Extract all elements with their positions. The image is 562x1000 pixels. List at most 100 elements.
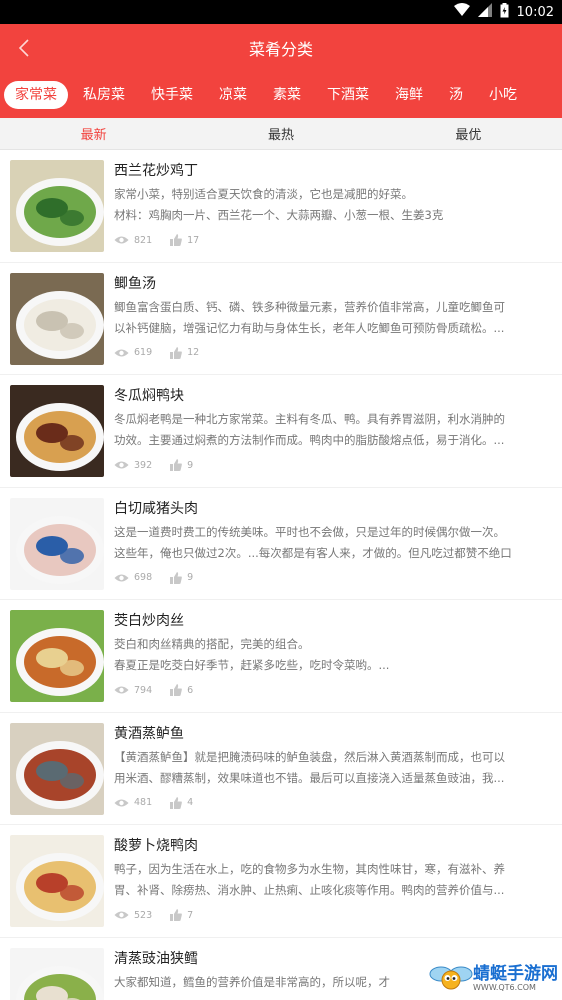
view-count: 392 <box>134 459 153 471</box>
sort-tab[interactable]: 最新 <box>0 124 187 143</box>
category-tab[interactable]: 私房菜 <box>72 81 136 109</box>
recipe-item[interactable]: 西兰花炒鸡丁家常小菜，特别适合夏天饮食的清淡，它也是减肥的好菜。材料：鸡胸肉一片… <box>0 150 562 263</box>
wifi-icon <box>453 3 470 21</box>
dragonfly-logo-icon <box>429 966 473 990</box>
view-count: 523 <box>134 909 153 921</box>
recipe-thumbnail <box>10 272 104 365</box>
view-count: 698 <box>134 572 153 583</box>
recipe-stats: 619 12 <box>114 343 552 363</box>
category-tab[interactable]: 家常菜 <box>4 81 68 109</box>
like-count: 6 <box>187 684 194 696</box>
eye-icon <box>114 911 129 919</box>
recipe-title: 黄酒蒸鲈鱼 <box>114 725 184 742</box>
view-count: 619 <box>134 347 153 358</box>
like-count: 17 <box>187 234 200 246</box>
recipe-thumbnail <box>10 385 104 477</box>
back-button[interactable] <box>12 34 36 62</box>
recipe-description: 鲫鱼富含蛋白质、钙、磷、铁多种微量元素，营养价值非常高，儿童吃鲫鱼可 以补钙健脑，… <box>114 297 552 339</box>
like-count: 4 <box>187 797 194 808</box>
recipe-title: 冬瓜焖鸭块 <box>114 388 184 404</box>
recipe-stats: 481 4 <box>114 793 552 813</box>
chevron-left-icon <box>18 39 29 57</box>
recipe-description-line: 家常小菜，特别适合夏天饮食的清淡，它也是减肥的好菜。 <box>114 187 413 201</box>
recipe-stats: 698 9 <box>114 568 552 588</box>
recipe-title: 鲫鱼汤 <box>114 275 156 292</box>
recipe-stats: 523 7 <box>114 905 552 925</box>
recipe-title: 西兰花炒鸡丁 <box>114 163 198 179</box>
category-tab[interactable]: 素菜 <box>262 81 312 109</box>
recipe-description: 鸭子，因为生活在水上，吃的食物多为水生物，其肉性味甘，寒，有滋补、养 胃、补肾、除… <box>114 859 552 901</box>
view-count: 821 <box>134 234 153 246</box>
thumb-up-icon <box>170 909 182 921</box>
status-bar: 10:02 <box>0 0 562 24</box>
eye-icon <box>114 349 129 356</box>
sort-tabs: 最新 最热 最优 <box>0 118 562 150</box>
recipe-item[interactable]: 鲫鱼汤鲫鱼富含蛋白质、钙、磷、铁多种微量元素，营养价值非常高，儿童吃鲫鱼可 以补钙… <box>0 263 562 375</box>
like-count: 12 <box>187 347 200 358</box>
like-count: 9 <box>187 572 194 583</box>
watermark-name: 蜻蜓手游网 <box>473 963 558 984</box>
recipe-item[interactable]: 冬瓜焖鸭块冬瓜焖老鸭是一种北方家常菜。主料有冬瓜、鸭。具有养胃滋阴，利水消肿的功… <box>0 375 562 488</box>
recipe-title: 白切咸猪头肉 <box>114 500 198 517</box>
recipe-title: 酸萝卜烧鸭肉 <box>114 838 198 854</box>
recipe-description: 茭白和肉丝精典的搭配，完美的组合。春夏正是吃茭白好季节，赶紧多吃些，吃时令菜哟。… <box>114 634 552 676</box>
thumb-up-icon <box>170 459 182 471</box>
recipe-thumbnail <box>10 835 104 927</box>
sort-tab[interactable]: 最优 <box>375 124 562 143</box>
eye-icon <box>114 461 129 469</box>
recipe-item[interactable]: 黄酒蒸鲈鱼【黄酒蒸鲈鱼】就是把腌渍码味的鲈鱼装盘，然后淋入黄酒蒸制而成，也可以用… <box>0 713 562 825</box>
recipe-description-line: 功效。主要通过焖煮的方法制作而成。鸭肉中的脂肪酸熔点低，易于消化。... <box>114 433 505 447</box>
recipe-list: 西兰花炒鸡丁家常小菜，特别适合夏天饮食的清淡，它也是减肥的好菜。材料：鸡胸肉一片… <box>0 150 562 1000</box>
eye-icon <box>114 799 129 806</box>
recipe-description-line: 以补钙健脑，增强记忆力有助与身体生长，老年人吃鲫鱼可预防骨质疏松。... <box>114 320 505 335</box>
recipe-description-line: 胃、补肾、除痨热、消水肿、止热痢、止咳化痰等作用。鸭肉的营养价值与... <box>114 883 505 897</box>
recipe-description-line: 这些年，俺也只做过2次。...每次都是有客人来，才做的。但凡吃过都赞不绝口 <box>114 545 512 560</box>
category-tabs: 家常菜 私房菜 快手菜 凉菜 素菜 下酒菜 海鲜汤小吃 <box>0 72 562 118</box>
category-tab[interactable]: 下酒菜 <box>316 81 380 109</box>
eye-icon <box>114 236 129 244</box>
view-count: 481 <box>134 797 153 808</box>
recipe-description: 家常小菜，特别适合夏天饮食的清淡，它也是减肥的好菜。材料：鸡胸肉一片、西兰花一个… <box>114 184 552 226</box>
sort-tab[interactable]: 最热 <box>187 124 374 143</box>
recipe-description-line: 用米酒、醪糟蒸制，效果味道也不错。最后可以直接浇入适量蒸鱼豉油，我... <box>114 770 505 785</box>
recipe-description-line: 【黄酒蒸鲈鱼】就是把腌渍码味的鲈鱼装盘，然后淋入黄酒蒸制而成，也可以 <box>114 749 505 764</box>
thumb-up-icon <box>170 684 182 696</box>
status-time: 10:02 <box>516 4 554 20</box>
watermark-url: WWW.QT6.COM <box>473 982 536 992</box>
recipe-description-line: 鸭子，因为生活在水上，吃的食物多为水生物，其肉性味甘，寒，有滋补、养 <box>114 862 505 876</box>
recipe-description: 【黄酒蒸鲈鱼】就是把腌渍码味的鲈鱼装盘，然后淋入黄酒蒸制而成，也可以 用米酒、醪糟… <box>114 747 552 789</box>
eye-icon <box>114 686 129 694</box>
like-count: 7 <box>187 909 194 921</box>
category-tab[interactable]: 海鲜 <box>384 81 434 109</box>
page-title: 菜肴分类 <box>248 40 313 59</box>
recipe-description-line: 春夏正是吃茭白好季节，赶紧多吃些，吃时令菜哟。... <box>114 658 390 672</box>
recipe-description: 这是一道费时费工的传统美味。平时也不会做，只是过年的时候偶尔做一次。 这些年，俺也… <box>114 522 552 564</box>
thumb-up-icon <box>170 796 182 809</box>
recipe-description-line: 冬瓜焖老鸭是一种北方家常菜。主料有冬瓜、鸭。具有养胃滋阴，利水消肿的 <box>114 412 505 426</box>
category-tab[interactable]: 快手菜 <box>140 81 204 109</box>
battery-icon <box>500 2 509 22</box>
recipe-stats: 794 6 <box>114 680 552 700</box>
recipe-description-line: 茭白和肉丝精典的搭配，完美的组合。 <box>114 637 310 651</box>
recipe-thumbnail <box>10 160 104 252</box>
eye-icon <box>114 574 129 581</box>
recipe-thumbnail <box>10 947 104 1000</box>
recipe-description-line: 鲫鱼富含蛋白质、钙、磷、铁多种微量元素，营养价值非常高，儿童吃鲫鱼可 <box>114 299 505 314</box>
category-tab[interactable]: 汤 <box>438 81 474 109</box>
recipe-thumbnail <box>10 610 104 702</box>
recipe-item[interactable]: 酸萝卜烧鸭肉鸭子，因为生活在水上，吃的食物多为水生物，其肉性味甘，寒，有滋补、养… <box>0 825 562 938</box>
recipe-stats: 821 17 <box>114 230 552 250</box>
signal-icon <box>477 3 492 21</box>
thumb-up-icon <box>170 346 182 359</box>
watermark: 蜻蜓手游网 WWW.QT6.COM <box>429 960 558 996</box>
category-tab[interactable]: 小吃 <box>478 81 528 109</box>
category-tab[interactable]: 凉菜 <box>208 81 258 109</box>
app-bar: 菜肴分类 <box>0 24 562 72</box>
recipe-item[interactable]: 白切咸猪头肉这是一道费时费工的传统美味。平时也不会做，只是过年的时候偶尔做一次。… <box>0 488 562 600</box>
recipe-description-line: 材料：鸡胸肉一片、西兰花一个、大蒜两瓣、小葱一根、生姜3克 <box>114 208 444 222</box>
recipe-stats: 392 9 <box>114 455 552 475</box>
recipe-item[interactable]: 茭白炒肉丝 茭白和肉丝精典的搭配，完美的组合。 春夏正是吃茭白好季节，赶紧多吃些，吃… <box>0 600 562 713</box>
view-count: 794 <box>134 684 153 696</box>
recipe-description: 冬瓜焖老鸭是一种北方家常菜。主料有冬瓜、鸭。具有养胃滋阴，利水消肿的 功效。主要通… <box>114 409 552 451</box>
like-count: 9 <box>187 459 194 471</box>
